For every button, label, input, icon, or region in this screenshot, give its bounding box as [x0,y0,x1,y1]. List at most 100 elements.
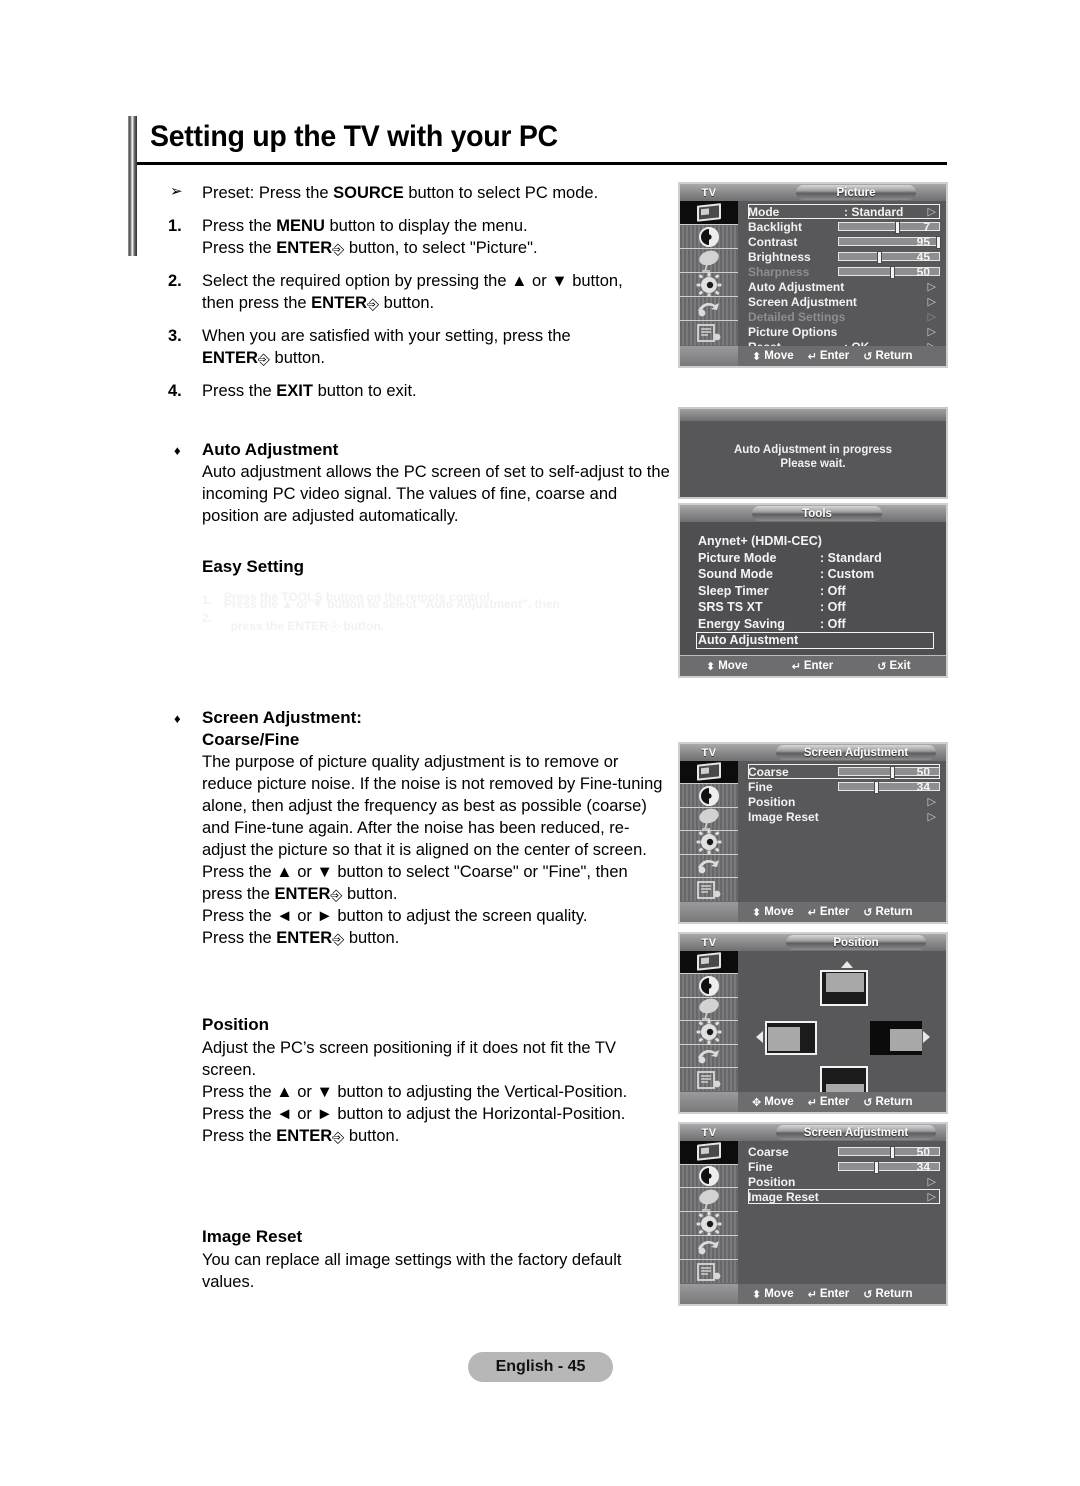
sidebar-item-input[interactable] [680,1044,738,1068]
menu-row-label: Detailed Settings [748,309,846,324]
sidebar-item-input[interactable] [680,854,738,878]
sidebar-item-channel[interactable] [680,997,738,1022]
sidebar-item-setup[interactable] [680,272,738,298]
diamond-bullet-icon: ♦ [174,443,181,458]
action-return[interactable]: ↺ Return [863,906,912,919]
slider-knob[interactable] [877,251,883,264]
tools-row[interactable]: Sleep Timer: Off [698,583,934,600]
menu-row[interactable]: Position ▷ [748,794,940,809]
menu-row[interactable]: Screen Adjustment ▷ [748,294,940,309]
menu-row-label: Coarse [748,764,789,779]
menu-row[interactable]: Sharpness 50 [748,264,940,279]
action-move[interactable]: ⬍ Move [706,660,748,673]
picture-icon [694,951,724,973]
sidebar-item-setup[interactable] [680,1211,738,1236]
action-return[interactable]: ↺ Return [863,1288,912,1301]
sidebar-item-channel[interactable] [680,807,738,832]
sidebar-item-picture[interactable] [680,1141,738,1165]
menu-row[interactable]: Picture Options ▷ [748,324,940,339]
menu-row[interactable]: Auto Adjustment ▷ [748,279,940,294]
sidebar-item-support[interactable] [680,321,738,346]
menu-row[interactable]: Position ▷ [748,1174,940,1189]
action-move[interactable]: ✥ Move [752,1096,794,1109]
menu-row-label: Picture Options [748,324,838,339]
sidebar-item-support[interactable] [680,1067,738,1092]
sidebar-item-picture[interactable] [680,761,738,785]
tools-row[interactable]: SRS TS XT: Off [698,599,934,616]
support-icon [695,1261,723,1283]
chevron-right-icon[interactable]: ▷ [928,295,936,308]
chevron-right-icon[interactable]: ▷ [928,280,936,293]
menu-row[interactable]: Coarse 50 [748,1144,940,1159]
sidebar-item-picture[interactable] [680,951,738,975]
menu-row[interactable]: Brightness 45 [748,249,940,264]
slider-knob[interactable] [895,221,901,234]
section-heading-text: Auto Adjustment [202,440,339,459]
menu-row[interactable]: Fine 34 [748,1159,940,1174]
sidebar-item-setup[interactable] [680,829,738,855]
osd-menu-title: Screen Adjustment [776,745,936,760]
sidebar-item-support[interactable] [680,1259,738,1284]
action-enter[interactable]: ↵ Enter [808,350,850,363]
sidebar-item-sound[interactable] [680,1164,738,1189]
menu-row-label: Auto Adjustment [748,279,845,294]
action-enter[interactable]: ↵ Enter [792,660,834,673]
action-exit[interactable]: ↺ Exit [877,660,910,673]
action-enter[interactable]: ↵ Enter [808,1096,850,1109]
tools-row[interactable]: Energy Saving: Off [698,616,934,633]
menu-row[interactable]: Fine 34 [748,779,940,794]
instruction-line: then press the ENTER⎆ button. [202,294,435,313]
section-body-2: Press the ▲ or ▼ button to select "Coars… [202,863,628,948]
slider-knob[interactable] [890,1146,896,1159]
osd-tv-label: TV [701,1126,717,1139]
sidebar-item-channel[interactable] [680,1188,738,1213]
action-enter[interactable]: ↵ Enter [808,1288,850,1301]
action-enter[interactable]: ↵ Enter [808,906,850,919]
chevron-right-icon[interactable]: ▷ [928,325,936,338]
tools-row[interactable]: Sound Mode: Custom [698,566,934,583]
menu-row[interactable]: Contrast 95 [748,234,942,249]
action-return[interactable]: ↺ Return [863,350,912,363]
slider-knob[interactable] [873,1161,879,1174]
sidebar-item-input[interactable] [680,297,738,322]
action-label: Return [875,906,913,918]
chevron-right-icon[interactable]: ▷ [928,1190,936,1203]
tools-row[interactable]: Anynet+ (HDMI-CEC) [698,533,934,550]
action-move[interactable]: ⬍ Move [752,350,794,363]
action-move[interactable]: ⬍ Move [752,1288,794,1301]
osd-tv-label: TV [701,746,717,759]
sidebar-item-sound[interactable] [680,974,738,998]
list-marker: 2. [168,272,182,290]
chevron-right-icon[interactable]: ▷ [928,1175,936,1188]
sidebar-item-input[interactable] [680,1235,738,1260]
sidebar-item-setup[interactable] [680,1019,738,1045]
sidebar-item-sound[interactable] [680,784,738,808]
slider-knob[interactable] [873,781,879,794]
slider-knob[interactable] [890,766,896,779]
arrow-bullet-icon: ➢ [170,183,183,200]
sidebar-item-channel[interactable] [680,249,738,274]
action-move[interactable]: ⬍ Move [752,906,794,919]
picture-icon [694,1141,724,1163]
chevron-right-icon[interactable]: ▷ [928,810,936,823]
menu-row[interactable]: Mode: Standard ▷ [748,204,940,219]
menu-row[interactable]: Detailed Settings ▷ [748,309,940,324]
tools-row[interactable]: Auto Adjustment [696,632,934,649]
message-line-2: Please wait. [780,458,846,470]
menu-row[interactable]: Image Reset ▷ [748,1189,940,1204]
osd-sidebar [680,201,738,346]
slider-knob[interactable] [890,266,896,279]
sidebar-item-picture[interactable] [680,201,738,226]
chevron-right-icon[interactable]: ▷ [928,205,936,218]
menu-row[interactable]: Backlight 7 [748,219,940,234]
menu-row[interactable]: Image Reset ▷ [748,809,940,824]
sidebar-item-support[interactable] [680,877,738,902]
action-return[interactable]: ↺ Return [863,1096,912,1109]
slider-value: 50 [916,1144,930,1159]
menu-row[interactable]: Coarse 50 [748,764,940,779]
sidebar-item-sound[interactable] [680,225,738,250]
chevron-right-icon[interactable]: ▷ [928,310,936,323]
slider-knob[interactable] [936,236,942,249]
chevron-right-icon[interactable]: ▷ [928,795,936,808]
tools-row[interactable]: Picture Mode: Standard [698,550,934,567]
